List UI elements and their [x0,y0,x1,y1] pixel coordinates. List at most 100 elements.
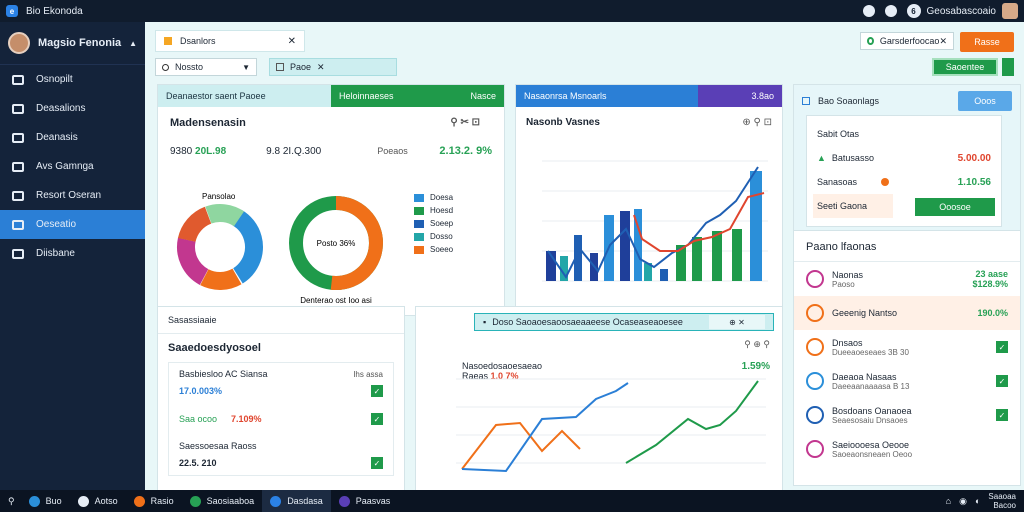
activity-value-2: $128.9% [972,279,1008,289]
trend-label-line1: Nasoedosaoesaeao [462,361,543,371]
grid-icon [12,103,24,114]
checkbox-checked[interactable]: ✓ [371,413,383,425]
row3-value: 1.10.56 [957,176,991,188]
clock-icon[interactable] [884,5,897,17]
taskbar-app-label: Paasvas [355,496,391,506]
activity-item[interactable]: Saeioooesa Oeooe Saoeaonsneaen Oeoo [794,432,1020,466]
dropdown-toggle[interactable] [1002,58,1014,76]
card3-green-button[interactable]: Ooosoe [915,198,995,216]
legend-item: Soeeo [414,243,453,256]
sidebar-item-0[interactable]: Osnopilt [0,65,145,94]
top-field[interactable]: Garsderfoocao ✕ [860,32,954,50]
tab-label: Dsanlors [180,36,216,46]
chevron-up-icon[interactable]: ▲ [129,39,137,48]
activity-card: Paano lfaonas Naonas Paoso 23 aase $128.9% G… [793,230,1021,486]
checkbox-checked[interactable]: ✓ [371,385,383,397]
checkbox-checked[interactable]: ✓ [371,457,383,469]
profile-name: Magsio Fenonia [38,37,122,49]
top-field-value: Garsderfoocao [879,36,940,46]
close-icon[interactable]: ✕ [288,36,296,47]
sidebar-item-5[interactable]: Oeseatio [0,210,145,239]
user-name: Geosabascoaio [926,5,997,17]
taskbar-app[interactable]: Rasio [126,490,182,512]
search-value: Paoe [290,62,312,72]
app-icon [270,495,282,507]
card1-header-left[interactable]: Deanaestor saent Paoee [158,85,331,107]
card1-actions[interactable]: ⚲ ✂ ⊡ [450,117,480,129]
charts-svg: Pansolao Posto 36% Denterao ost Ioo asi [177,192,383,305]
pie-label: Pansolao [202,192,236,201]
r3-label: Saessoesaa Raoss [179,441,257,451]
card6-actions[interactable]: ⚲ ⊕ ⚲ [744,339,770,350]
taskbar: ⚲ Buo Aotso Rasio Saosiaaboa Dasdasa Paasvas … [0,490,1024,512]
sidebar-nav: Osnopilt Deasalions Deanasis Avs Gamnga Reso… [0,65,145,268]
trend-header-button[interactable]: ⊕ ✕ [709,315,765,329]
sidebar-item-1[interactable]: Deasalions [0,94,145,123]
sidebar-item-3[interactable]: Avs Gamnga [0,152,145,181]
user-menu[interactable]: 6 Geosabascoaio [906,3,1018,19]
start-icon[interactable]: ⚲ [8,496,15,507]
r3-value: 22.5. 210 [179,458,217,468]
refresh-icon[interactable] [862,5,875,17]
card1-header-mid-label: Heloinnaeses [339,91,394,101]
app-icon: e [6,5,18,17]
users-icon [12,219,24,230]
chart-legend: Doesa Hoesd Soeep Dosso Soeeo [414,191,453,256]
taskbar-app[interactable]: Dasdasa [262,490,331,512]
checkbox-checked[interactable]: ✓ [996,375,1008,387]
activity-item[interactable]: Bosdoans Oanaoea Seaesosaiu Dnsaoes ✓ [794,398,1020,432]
r1-label: Basbiesloo AC Siansa [179,369,268,379]
taskbar-app[interactable]: Paasvas [331,490,399,512]
activity-item[interactable]: Dnsaos Dueeaoeseaes 3B 30 ✓ [794,330,1020,364]
activity-subtitle: Daeeaanaaaasa B 13 [832,381,910,391]
legend-item: Soeep [414,217,453,230]
checkbox-checked[interactable]: ✓ [996,409,1008,421]
row1-label: Sabit Otas [817,129,860,139]
clock[interactable]: Saaoaa Bacoo [988,492,1016,510]
donut-footer: Denterao ost Ioo asi [300,296,372,305]
sidebar-profile[interactable]: Magsio Fenonia ▲ [0,22,145,65]
legend-swatch [414,206,424,215]
legend-label: Hoesd [430,206,454,215]
card2-header-left[interactable]: Nasaonrsa Msnoarls [516,85,698,107]
card3-button[interactable]: Ooos [958,91,1012,111]
row3-label: Sanasoas [817,177,858,187]
taskbar-app[interactable]: Buo [21,490,70,512]
search-input[interactable]: Paoe ✕ [269,58,397,76]
activity-item[interactable]: Naonas Paoso 23 aase $128.9% [794,262,1020,296]
taskbar-app[interactable]: Saosiaaboa [182,490,263,512]
avatar [806,372,824,390]
activity-item[interactable]: Geeenig Nantso 190.0% [794,296,1020,330]
volume-icon[interactable]: ◐ [975,496,980,506]
trend-header-label: Doso Saoaoesaoosaeaaeese Ocaseaseaoesee [492,317,683,327]
card5-top: Sasassiaaie [158,307,404,334]
avatar [806,270,824,288]
app-icon [28,495,40,507]
sidebar-item-6[interactable]: Diisbane [0,239,145,268]
stat-1-value: 20L.98 [195,146,227,157]
green-button[interactable]: Saoentee [932,58,998,76]
legend-item: Dosso [414,230,453,243]
wifi-icon[interactable]: ◉ [959,496,967,507]
title-bar: e Bio Ekonoda 6 Geosabascoaio [0,0,1024,22]
tab-dashboard[interactable]: Dsanlors ✕ [155,30,305,52]
card2-header-right[interactable]: 3.8ao [698,85,782,107]
card1-header-mid[interactable]: Heloinnaeses Nasce [331,85,504,107]
avatar[interactable] [1002,3,1018,19]
taskbar-app-label: Buo [45,496,62,506]
filter-select[interactable]: Nossto ▼ [155,58,257,76]
taskbar-app[interactable]: Aotso [70,490,126,512]
trend-header[interactable]: ▪ Doso Saoaoesaoosaeaaeese Ocaseaseaoese… [474,313,774,331]
checkbox-checked[interactable]: ✓ [996,341,1008,353]
home-icon[interactable]: ⌂ [946,496,951,506]
close-icon[interactable]: ✕ [939,36,947,47]
r1-side: Ihs assa [353,369,383,379]
orange-button[interactable]: Rasse [960,32,1014,52]
activity-item[interactable]: Daeaoa Nasaas Daeeaanaaaasa B 13 ✓ [794,364,1020,398]
card2-actions[interactable]: ⊕ ⚲ ⊡ [742,117,772,128]
legend-swatch [414,219,424,228]
sidebar-item-label: Deanasis [36,132,78,143]
sidebar-item-2[interactable]: Deanasis [0,123,145,152]
sidebar-item-4[interactable]: Resort Oseran [0,181,145,210]
legend-item: Doesa [414,191,453,204]
